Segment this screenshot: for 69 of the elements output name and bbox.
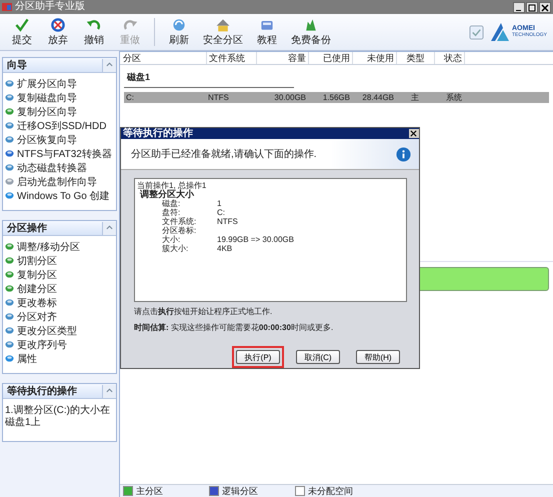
sidebar-item[interactable]: 动态磁盘转换器: [17, 160, 87, 174]
toolbar-button[interactable]: 教程: [249, 17, 285, 47]
time-estimate: 时间估算: 实现这些操作可能需要花00:00:30时间或更多.: [134, 322, 334, 334]
sidebar-item[interactable]: 更改卷标: [17, 296, 57, 310]
sidebar-item[interactable]: 更改分区类型: [17, 324, 77, 338]
column-header[interactable]: 容量: [257, 52, 309, 64]
column-header[interactable]: 类型: [397, 52, 435, 64]
sidebar-item[interactable]: Windows To Go 创建: [17, 188, 110, 202]
dialog-button[interactable]: 执行(P): [236, 350, 280, 364]
column-header[interactable]: 状态: [435, 52, 465, 64]
toolbar-button[interactable]: 免费备份: [285, 17, 337, 47]
table-cell-text: 系统: [445, 92, 463, 103]
detail-value: 1: [217, 199, 222, 208]
sidebar-item[interactable]: 切割分区: [17, 254, 57, 268]
sidebar-item[interactable]: 扩展分区向导: [17, 76, 77, 90]
sidebar-item[interactable]: 属性: [17, 352, 37, 366]
sidebar-item[interactable]: 迁移OS到SSD/HDD: [17, 118, 106, 132]
toolbar-button[interactable]: 刷新: [161, 17, 197, 47]
hint-text: 请点击执行按钮开始让程序正式地工作.: [134, 306, 274, 318]
sidebar-item[interactable]: 分区恢复向导: [17, 132, 77, 146]
toolbar-button[interactable]: 撤销: [76, 17, 112, 47]
operation-name: 调整分区大小: [138, 190, 194, 199]
detail-label: 磁盘:: [162, 199, 182, 208]
legend-label: 逻辑分区: [222, 484, 258, 497]
panel-title: 等待执行的操作: [7, 384, 77, 398]
sidebar-item[interactable]: 调整/移动分区: [17, 240, 80, 254]
pending-operation: 1.调整分区(C:)的大小在磁盘1上: [5, 404, 111, 430]
detail-value: NTFS: [217, 217, 239, 226]
table-cell-text: C:: [125, 93, 135, 102]
detail-label: 文件系统:: [162, 217, 198, 226]
dialog-button[interactable]: 取消(C): [296, 350, 340, 364]
toolbar-button[interactable]: 提交: [4, 17, 40, 47]
sidebar-item[interactable]: 启动光盘制作向导: [17, 174, 97, 188]
detail-label: 分区卷标:: [162, 226, 198, 235]
dialog-button[interactable]: 帮助(H): [356, 350, 400, 364]
table-cell-text: NTFS: [207, 93, 230, 102]
detail-value: 4KB: [217, 244, 234, 253]
table-cell-text: 主: [410, 92, 420, 103]
table-cell-text: 28.44GB: [361, 93, 395, 102]
sidebar-item[interactable]: 复制磁盘向导: [17, 90, 77, 104]
detail-label: 簇大小:: [162, 244, 190, 253]
sidebar-item[interactable]: 更改序列号: [17, 338, 67, 352]
toolbar-button[interactable]: 安全分区: [197, 17, 249, 47]
table-cell-text: 1.56GB: [322, 93, 351, 102]
sidebar-item[interactable]: 复制分区向导: [17, 104, 77, 118]
disk-label: 磁盘1: [126, 71, 152, 84]
column-header[interactable]: 文件系统: [207, 52, 257, 64]
sidebar-item[interactable]: 分区对齐: [17, 310, 57, 324]
detail-value: C:: [217, 208, 226, 217]
dialog-title: 等待执行的操作: [123, 128, 193, 139]
window-title: 分区助手专业版: [15, 1, 85, 13]
operation-summary: 当前操作1, 总操作1: [137, 181, 208, 190]
column-header[interactable]: 已使用: [309, 52, 353, 64]
table-cell-text: 30.00GB: [273, 93, 307, 102]
column-header[interactable]: 未使用: [353, 52, 397, 64]
detail-label: 盘符:: [162, 208, 182, 217]
toolbar-button[interactable]: 放弃: [40, 17, 76, 47]
sidebar-item[interactable]: 复制分区: [17, 268, 57, 282]
sidebar-item[interactable]: 创建分区: [17, 282, 57, 296]
panel-title: 分区操作: [7, 222, 47, 235]
sidebar-item[interactable]: NTFS与FAT32转换器: [17, 146, 112, 160]
dialog-message: 分区助手已经准备就绪,请确认下面的操作.: [131, 148, 317, 161]
detail-label: 大小:: [162, 235, 182, 244]
column-header[interactable]: 分区: [121, 52, 207, 64]
legend-label: 未分配空间: [308, 484, 353, 497]
panel-title: 向导: [7, 58, 27, 72]
partition-row[interactable]: C: NTFS 30.00GB 1.56GB 28.44GB 主 系统: [124, 92, 549, 103]
detail-value: 19.99GB => 30.00GB: [217, 235, 295, 244]
legend-label: 主分区: [136, 484, 163, 497]
